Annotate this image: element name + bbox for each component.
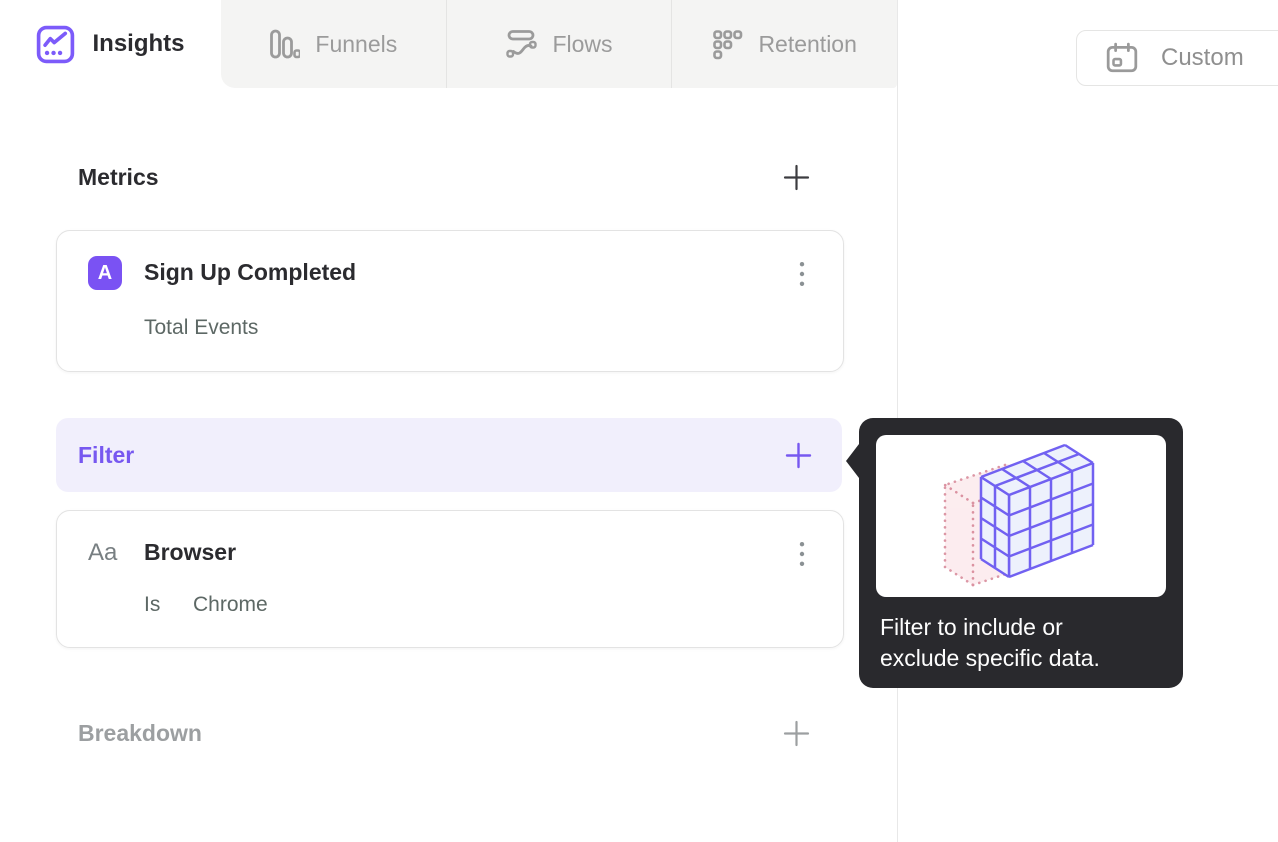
plus-icon xyxy=(785,442,812,468)
metric-badge: A xyxy=(88,256,122,290)
tab-retention[interactable]: Retention xyxy=(671,0,897,88)
tab-funnels[interactable]: Funnels xyxy=(221,0,446,88)
add-breakdown-button[interactable] xyxy=(783,720,810,747)
filter-cube-illustration xyxy=(876,435,1166,597)
filter-operator[interactable]: Is xyxy=(144,593,160,617)
tooltip-text-line: Filter to include or xyxy=(880,614,1063,640)
filter-title: Filter xyxy=(78,441,135,468)
filter-card[interactable]: Aa Browser Is Chrome xyxy=(56,510,844,648)
metric-event-name: Sign Up Completed xyxy=(144,259,357,285)
tab-insights[interactable]: Insights xyxy=(0,0,221,88)
kebab-menu-icon xyxy=(799,542,805,566)
custom-date-button[interactable]: Custom xyxy=(1076,30,1278,86)
plus-icon xyxy=(783,164,810,190)
filter-tooltip: Filter to include or exclude specific da… xyxy=(846,418,1183,688)
retention-dots-icon xyxy=(712,29,743,60)
metrics-title: Metrics xyxy=(78,163,159,190)
filter-property-name: Browser xyxy=(144,539,237,565)
filter-menu-button[interactable] xyxy=(793,535,811,576)
metric-measurement: Total Events xyxy=(144,316,259,339)
tab-label: Retention xyxy=(758,30,857,57)
string-property-icon: Aa xyxy=(88,539,118,566)
tab-label: Insights xyxy=(92,30,185,57)
tab-flows[interactable]: Flows xyxy=(445,0,672,88)
funnels-bars-icon xyxy=(269,29,301,59)
breakdown-section-header: Breakdown xyxy=(78,716,810,750)
custom-date-label: Custom xyxy=(1161,44,1244,71)
tooltip-arrow xyxy=(846,444,859,478)
insights-chart-icon xyxy=(36,25,75,64)
flows-wave-icon xyxy=(505,29,538,59)
add-filter-button[interactable] xyxy=(785,442,812,469)
breakdown-title: Breakdown xyxy=(78,719,202,746)
metric-card[interactable]: A Sign Up Completed Total Events xyxy=(56,230,844,372)
calendar-icon xyxy=(1105,42,1139,74)
kebab-menu-icon xyxy=(799,262,805,286)
plus-icon xyxy=(783,720,810,746)
add-metric-button[interactable] xyxy=(783,164,810,191)
tab-bar: Funnels Flows Retention xyxy=(221,0,897,88)
filter-value[interactable]: Chrome xyxy=(193,593,268,617)
tooltip-text: Filter to include or exclude specific da… xyxy=(880,612,1170,674)
metrics-section-header: Metrics xyxy=(78,160,810,194)
filter-section-row[interactable]: Filter xyxy=(56,418,842,492)
tooltip-text-line: exclude specific data. xyxy=(880,645,1100,671)
tab-label: Funnels xyxy=(315,30,398,57)
metric-menu-button[interactable] xyxy=(793,255,811,296)
tab-label: Flows xyxy=(552,30,613,57)
